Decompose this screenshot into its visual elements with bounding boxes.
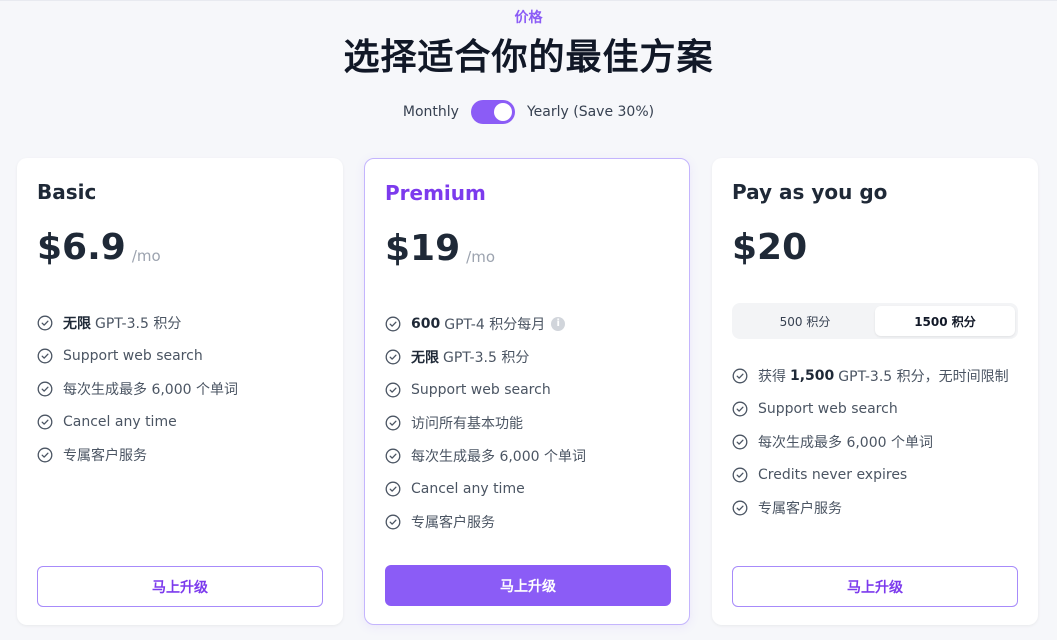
feature-item: 专属客户服务 bbox=[385, 505, 586, 538]
feature-item: 每次生成最多 6,000 个单词 bbox=[732, 425, 1009, 458]
feature-list: 获得 1,500 GPT-3.5 积分，无时间限制 Support web sear… bbox=[732, 359, 1009, 524]
check-circle-icon bbox=[732, 434, 748, 450]
price-period: /mo bbox=[466, 248, 495, 266]
plan-price: $19 bbox=[385, 228, 461, 269]
feature-item: 每次生成最多 6,000 个单词 bbox=[37, 372, 238, 405]
feature-text: GPT-3.5 积分，无时间限制 bbox=[838, 368, 1009, 385]
plan-price: $20 bbox=[732, 227, 808, 268]
feature-prefix: 获得 bbox=[758, 368, 786, 385]
feature-text: GPT-3.5 积分 bbox=[443, 349, 530, 366]
feature-list: 无限 GPT-3.5 积分 Support web search 每次生成最多 6… bbox=[37, 306, 238, 471]
check-circle-icon bbox=[385, 448, 401, 464]
check-circle-icon bbox=[385, 349, 401, 365]
yearly-label[interactable]: Yearly (Save 30%) bbox=[527, 104, 654, 120]
check-circle-icon bbox=[37, 414, 53, 430]
feature-text: 专属客户服务 bbox=[411, 514, 495, 531]
feature-text: 每次生成最多 6,000 个单词 bbox=[758, 434, 933, 451]
feature-item: 获得 1,500 GPT-3.5 积分，无时间限制 bbox=[732, 359, 1009, 392]
upgrade-button-basic[interactable]: 马上升级 bbox=[37, 566, 323, 607]
price-row: $6.9 /mo bbox=[37, 228, 161, 268]
feature-item: Support web search bbox=[732, 392, 1009, 425]
plan-card-basic: Basic $6.9 /mo 无限 GPT-3.5 积分 Support web … bbox=[17, 158, 343, 625]
plan-name: Premium bbox=[385, 181, 486, 205]
credit-option-1500[interactable]: 1500 积分 bbox=[875, 306, 1015, 336]
feature-item: 无限 GPT-3.5 积分 bbox=[385, 340, 586, 373]
feature-item: 每次生成最多 6,000 个单词 bbox=[385, 439, 586, 472]
plan-price: $6.9 bbox=[37, 227, 126, 268]
check-circle-icon bbox=[385, 514, 401, 530]
check-circle-icon bbox=[37, 447, 53, 463]
monthly-label[interactable]: Monthly bbox=[403, 104, 459, 120]
feature-text: 每次生成最多 6,000 个单词 bbox=[411, 448, 586, 465]
price-period: /mo bbox=[131, 247, 161, 265]
feature-text: GPT-3.5 积分 bbox=[95, 315, 182, 332]
check-circle-icon bbox=[385, 316, 401, 332]
feature-text: 专属客户服务 bbox=[758, 500, 842, 517]
feature-text: Cancel any time bbox=[411, 480, 525, 497]
feature-item: Cancel any time bbox=[37, 405, 238, 438]
feature-highlight: 无限 bbox=[411, 349, 439, 366]
billing-period-toggle[interactable] bbox=[470, 100, 515, 124]
check-circle-icon bbox=[37, 381, 53, 397]
feature-item: 专属客户服务 bbox=[37, 438, 238, 471]
check-circle-icon bbox=[385, 481, 401, 497]
feature-item: 访问所有基本功能 bbox=[385, 406, 586, 439]
plan-name: Basic bbox=[37, 180, 97, 204]
feature-text: Support web search bbox=[758, 400, 898, 417]
feature-list: 600 GPT-4 积分每月 i 无限 GPT-3.5 积分 Support web … bbox=[385, 307, 586, 538]
check-circle-icon bbox=[385, 415, 401, 431]
feature-item: Support web search bbox=[37, 339, 238, 372]
feature-highlight: 无限 bbox=[63, 315, 91, 332]
upgrade-button-premium[interactable]: 马上升级 bbox=[385, 565, 671, 606]
top-divider bbox=[0, 0, 1057, 5]
check-circle-icon bbox=[732, 500, 748, 516]
plan-name: Pay as you go bbox=[732, 180, 888, 204]
feature-text: Support web search bbox=[63, 347, 203, 364]
feature-text: 访问所有基本功能 bbox=[411, 415, 523, 432]
feature-text: GPT-4 积分每月 bbox=[444, 316, 546, 333]
billing-toggle-row: Monthly Yearly (Save 30%) bbox=[0, 100, 1057, 124]
check-circle-icon bbox=[385, 382, 401, 398]
price-row: $20 bbox=[732, 228, 807, 268]
feature-text: Credits never expires bbox=[758, 466, 908, 483]
plan-card-pay-as-you-go: Pay as you go $20 500 积分 1500 积分 获得 1,500… bbox=[712, 158, 1038, 625]
feature-text: 每次生成最多 6,000 个单词 bbox=[63, 381, 238, 398]
check-circle-icon bbox=[732, 467, 748, 483]
feature-item: Credits never expires bbox=[732, 458, 1009, 491]
toggle-knob bbox=[493, 103, 512, 121]
feature-highlight: 1,500 bbox=[790, 367, 835, 384]
feature-text: 专属客户服务 bbox=[63, 447, 147, 464]
feature-text: Support web search bbox=[411, 381, 551, 398]
check-circle-icon bbox=[37, 348, 53, 364]
credit-option-500[interactable]: 500 积分 bbox=[735, 306, 875, 336]
info-icon[interactable]: i bbox=[551, 316, 566, 331]
upgrade-button-pay-as-you-go[interactable]: 马上升级 bbox=[732, 566, 1018, 607]
feature-item: 600 GPT-4 积分每月 i bbox=[385, 307, 586, 340]
check-circle-icon bbox=[732, 401, 748, 417]
feature-item: Cancel any time bbox=[385, 472, 586, 505]
check-circle-icon bbox=[37, 315, 53, 331]
feature-item: 专属客户服务 bbox=[732, 491, 1009, 524]
credit-amount-selector: 500 积分 1500 积分 bbox=[732, 303, 1018, 339]
feature-highlight: 600 bbox=[411, 315, 441, 332]
feature-text: Cancel any time bbox=[63, 413, 177, 430]
plan-card-premium: Premium $19 /mo 600 GPT-4 积分每月 i 无限 GPT-3.5… bbox=[364, 158, 690, 625]
check-circle-icon bbox=[732, 368, 748, 384]
feature-item: 无限 GPT-3.5 积分 bbox=[37, 306, 238, 339]
price-row: $19 /mo bbox=[385, 229, 495, 269]
page-title: 选择适合你的最佳方案 bbox=[343, 37, 714, 78]
section-eyebrow: 价格 bbox=[514, 10, 543, 26]
feature-item: Support web search bbox=[385, 373, 586, 406]
